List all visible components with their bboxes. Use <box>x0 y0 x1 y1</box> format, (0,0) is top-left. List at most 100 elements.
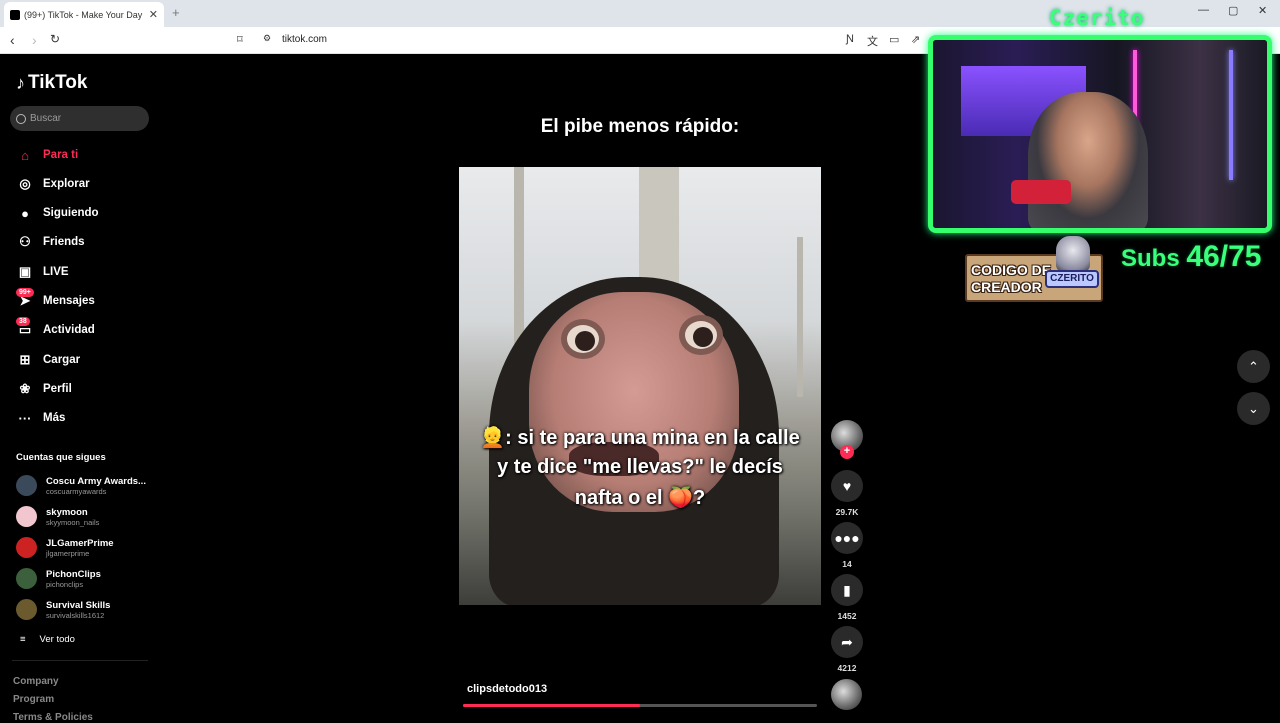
sidebar-item-cargar[interactable]: ⊞ Cargar <box>16 349 81 371</box>
more-icon: ··· <box>18 410 32 426</box>
following-account-item[interactable]: Survival Skills survivalskills1612 <box>16 599 110 620</box>
previous-video-chevron-up-icon[interactable]: ⌃ <box>1237 350 1270 383</box>
tiktok-note-icon: ♪ <box>16 72 25 93</box>
sidebar-item-label: Friends <box>43 236 85 248</box>
sidebar-item-para-ti[interactable]: ⌂ Para ti <box>16 144 78 166</box>
sidebar-item-label: Para ti <box>43 149 79 161</box>
account-handle: survivalskills1612 <box>46 610 105 620</box>
sidebar-item-explorar[interactable]: ◎ Explorar <box>16 173 89 195</box>
follow-plus-icon[interactable]: + <box>840 445 854 459</box>
share-arrow-icon[interactable]: ➦ <box>831 626 863 658</box>
comment-bubble-icon[interactable]: ●●● <box>831 522 863 554</box>
sidebar-item-más[interactable]: ··· Más <box>16 407 66 429</box>
profile-avatar-icon: ❀ <box>19 381 31 396</box>
footer-link-company[interactable]: Company <box>13 676 59 687</box>
minimize-button[interactable]: — <box>1198 4 1209 16</box>
home-icon: ⌂ <box>21 147 29 163</box>
reader-mode-icon[interactable]: Ɲ <box>846 33 854 45</box>
bookmark-icon[interactable]: ⌑ <box>237 33 243 46</box>
compass-icon: ◎ <box>19 176 31 191</box>
upload-icon: ⊞ <box>19 352 31 367</box>
sidebar-item-label: Perfil <box>43 383 72 395</box>
search-input[interactable]: Buscar <box>10 106 149 131</box>
see-all-label: Ver todo <box>39 634 75 645</box>
like-heart-icon[interactable]: ♥ <box>831 470 863 502</box>
sidebar-item-perfil[interactable]: ❀ Perfil <box>16 378 72 400</box>
window-close-button[interactable]: ✕ <box>1258 4 1267 17</box>
video-title-caption: El pibe menos rápido: <box>540 116 740 137</box>
sidebar-item-siguiendo[interactable]: ● Siguiendo <box>16 202 99 224</box>
webcam-person <box>1028 92 1148 228</box>
address-bar[interactable]: tiktok.com <box>282 34 327 45</box>
translate-icon[interactable]: 文 <box>867 33 878 49</box>
avatar <box>16 537 37 558</box>
avatar <box>16 568 37 589</box>
account-name: JLGamerPrime <box>46 537 114 549</box>
video-subtitle-line-3: nafta o el 🍑? <box>574 487 706 509</box>
see-all-link[interactable]: ≡ Ver todo <box>20 634 75 645</box>
account-name: Coscu Army Awards... <box>46 475 146 487</box>
messages-icon: ➤ 99+ <box>16 288 34 309</box>
following-account-item[interactable]: skymoon skyymoon_nails <box>16 506 99 527</box>
forward-icon[interactable]: › <box>32 32 37 48</box>
sidebar-item-actividad[interactable]: ▭ 38 Actividad <box>16 317 95 341</box>
activity-icon: ▭ 38 <box>16 317 34 338</box>
creator-mascot-image <box>1056 236 1090 272</box>
maximize-button[interactable]: ▢ <box>1228 4 1238 17</box>
cast-icon[interactable]: ▭ <box>889 33 899 46</box>
footer-link-terms[interactable]: Terms & Policies <box>13 712 93 723</box>
notification-badge: 99+ <box>16 288 34 297</box>
sidebar-item-label: Más <box>43 412 66 424</box>
video-player[interactable]: 👱: si te para una mina en la calle y te … <box>459 167 821 605</box>
footer-link-program[interactable]: Program <box>13 694 54 705</box>
site-settings-icon[interactable]: ⚙ <box>263 33 271 44</box>
following-account-item[interactable]: PichonClips pichonclips <box>16 568 101 589</box>
streamer-name-overlay: Czerito <box>1049 6 1145 30</box>
account-handle: pichonclips <box>46 579 84 589</box>
new-tab-button[interactable]: + <box>172 5 180 20</box>
share-icon[interactable]: ⇗ <box>911 33 920 46</box>
next-video-chevron-down-icon[interactable]: ⌄ <box>1237 392 1270 425</box>
brand-name: TikTok <box>28 72 88 93</box>
browser-tab[interactable]: (99+) TikTok - Make Your Day ✕ <box>4 2 164 27</box>
following-account-item[interactable]: Coscu Army Awards... coscuarmyawards <box>16 475 146 496</box>
tiktok-logo[interactable]: ♪ TikTok <box>16 72 87 94</box>
notification-badge: 38 <box>16 317 30 326</box>
sidebar-item-live[interactable]: ▣ LIVE <box>16 261 69 283</box>
save-count: 1452 <box>837 611 857 621</box>
video-frame-pole <box>797 237 803 397</box>
tab-close-icon[interactable]: ✕ <box>149 8 158 21</box>
creator-code-tag: CZERITO <box>1045 270 1099 288</box>
tab-title: (99+) TikTok - Make Your Day <box>24 9 143 20</box>
back-icon[interactable]: ‹ <box>10 32 15 48</box>
video-progress-fill <box>463 704 640 707</box>
comment-count: 14 <box>842 559 852 569</box>
share-count: 4212 <box>837 663 857 673</box>
account-handle: jlgamerprime <box>46 548 90 558</box>
sidebar-item-label: Cargar <box>43 354 81 366</box>
tiktok-favicon-icon <box>10 9 20 20</box>
sidebar-item-label: Mensajes <box>43 295 95 307</box>
sidebar-item-label: Siguiendo <box>43 207 99 219</box>
list-icon: ≡ <box>20 634 26 645</box>
like-count: 29.7K <box>835 507 859 517</box>
subs-counter: Subs 46/75 <box>1121 240 1261 274</box>
video-author-username[interactable]: clipsdetodo013 <box>467 683 547 695</box>
sidebar-item-mensajes[interactable]: ➤ 99+ Mensajes <box>16 288 95 312</box>
video-subtitle-line-2: y te dice "me llevas?" le decís <box>497 456 783 478</box>
bookmark-save-icon[interactable]: ▮ <box>831 574 863 606</box>
video-frame-eye <box>561 319 605 359</box>
following-account-item[interactable]: JLGamerPrime jlgamerprime <box>16 537 114 558</box>
creator-avatar[interactable]: + <box>831 420 863 459</box>
sidebar-item-friends[interactable]: ⚇ Friends <box>16 231 85 253</box>
subs-label: Subs <box>1121 245 1180 272</box>
music-disc-avatar[interactable] <box>831 679 862 710</box>
account-handle: coscuarmyawards <box>46 486 107 496</box>
divider <box>12 660 148 661</box>
friends-icon: ⚇ <box>19 234 31 249</box>
reload-icon[interactable]: ↻ <box>50 32 60 46</box>
avatar <box>16 599 37 620</box>
following-section-title: Cuentas que sigues <box>16 452 106 463</box>
video-progress-bar[interactable] <box>463 704 817 707</box>
account-name: PichonClips <box>46 568 101 580</box>
